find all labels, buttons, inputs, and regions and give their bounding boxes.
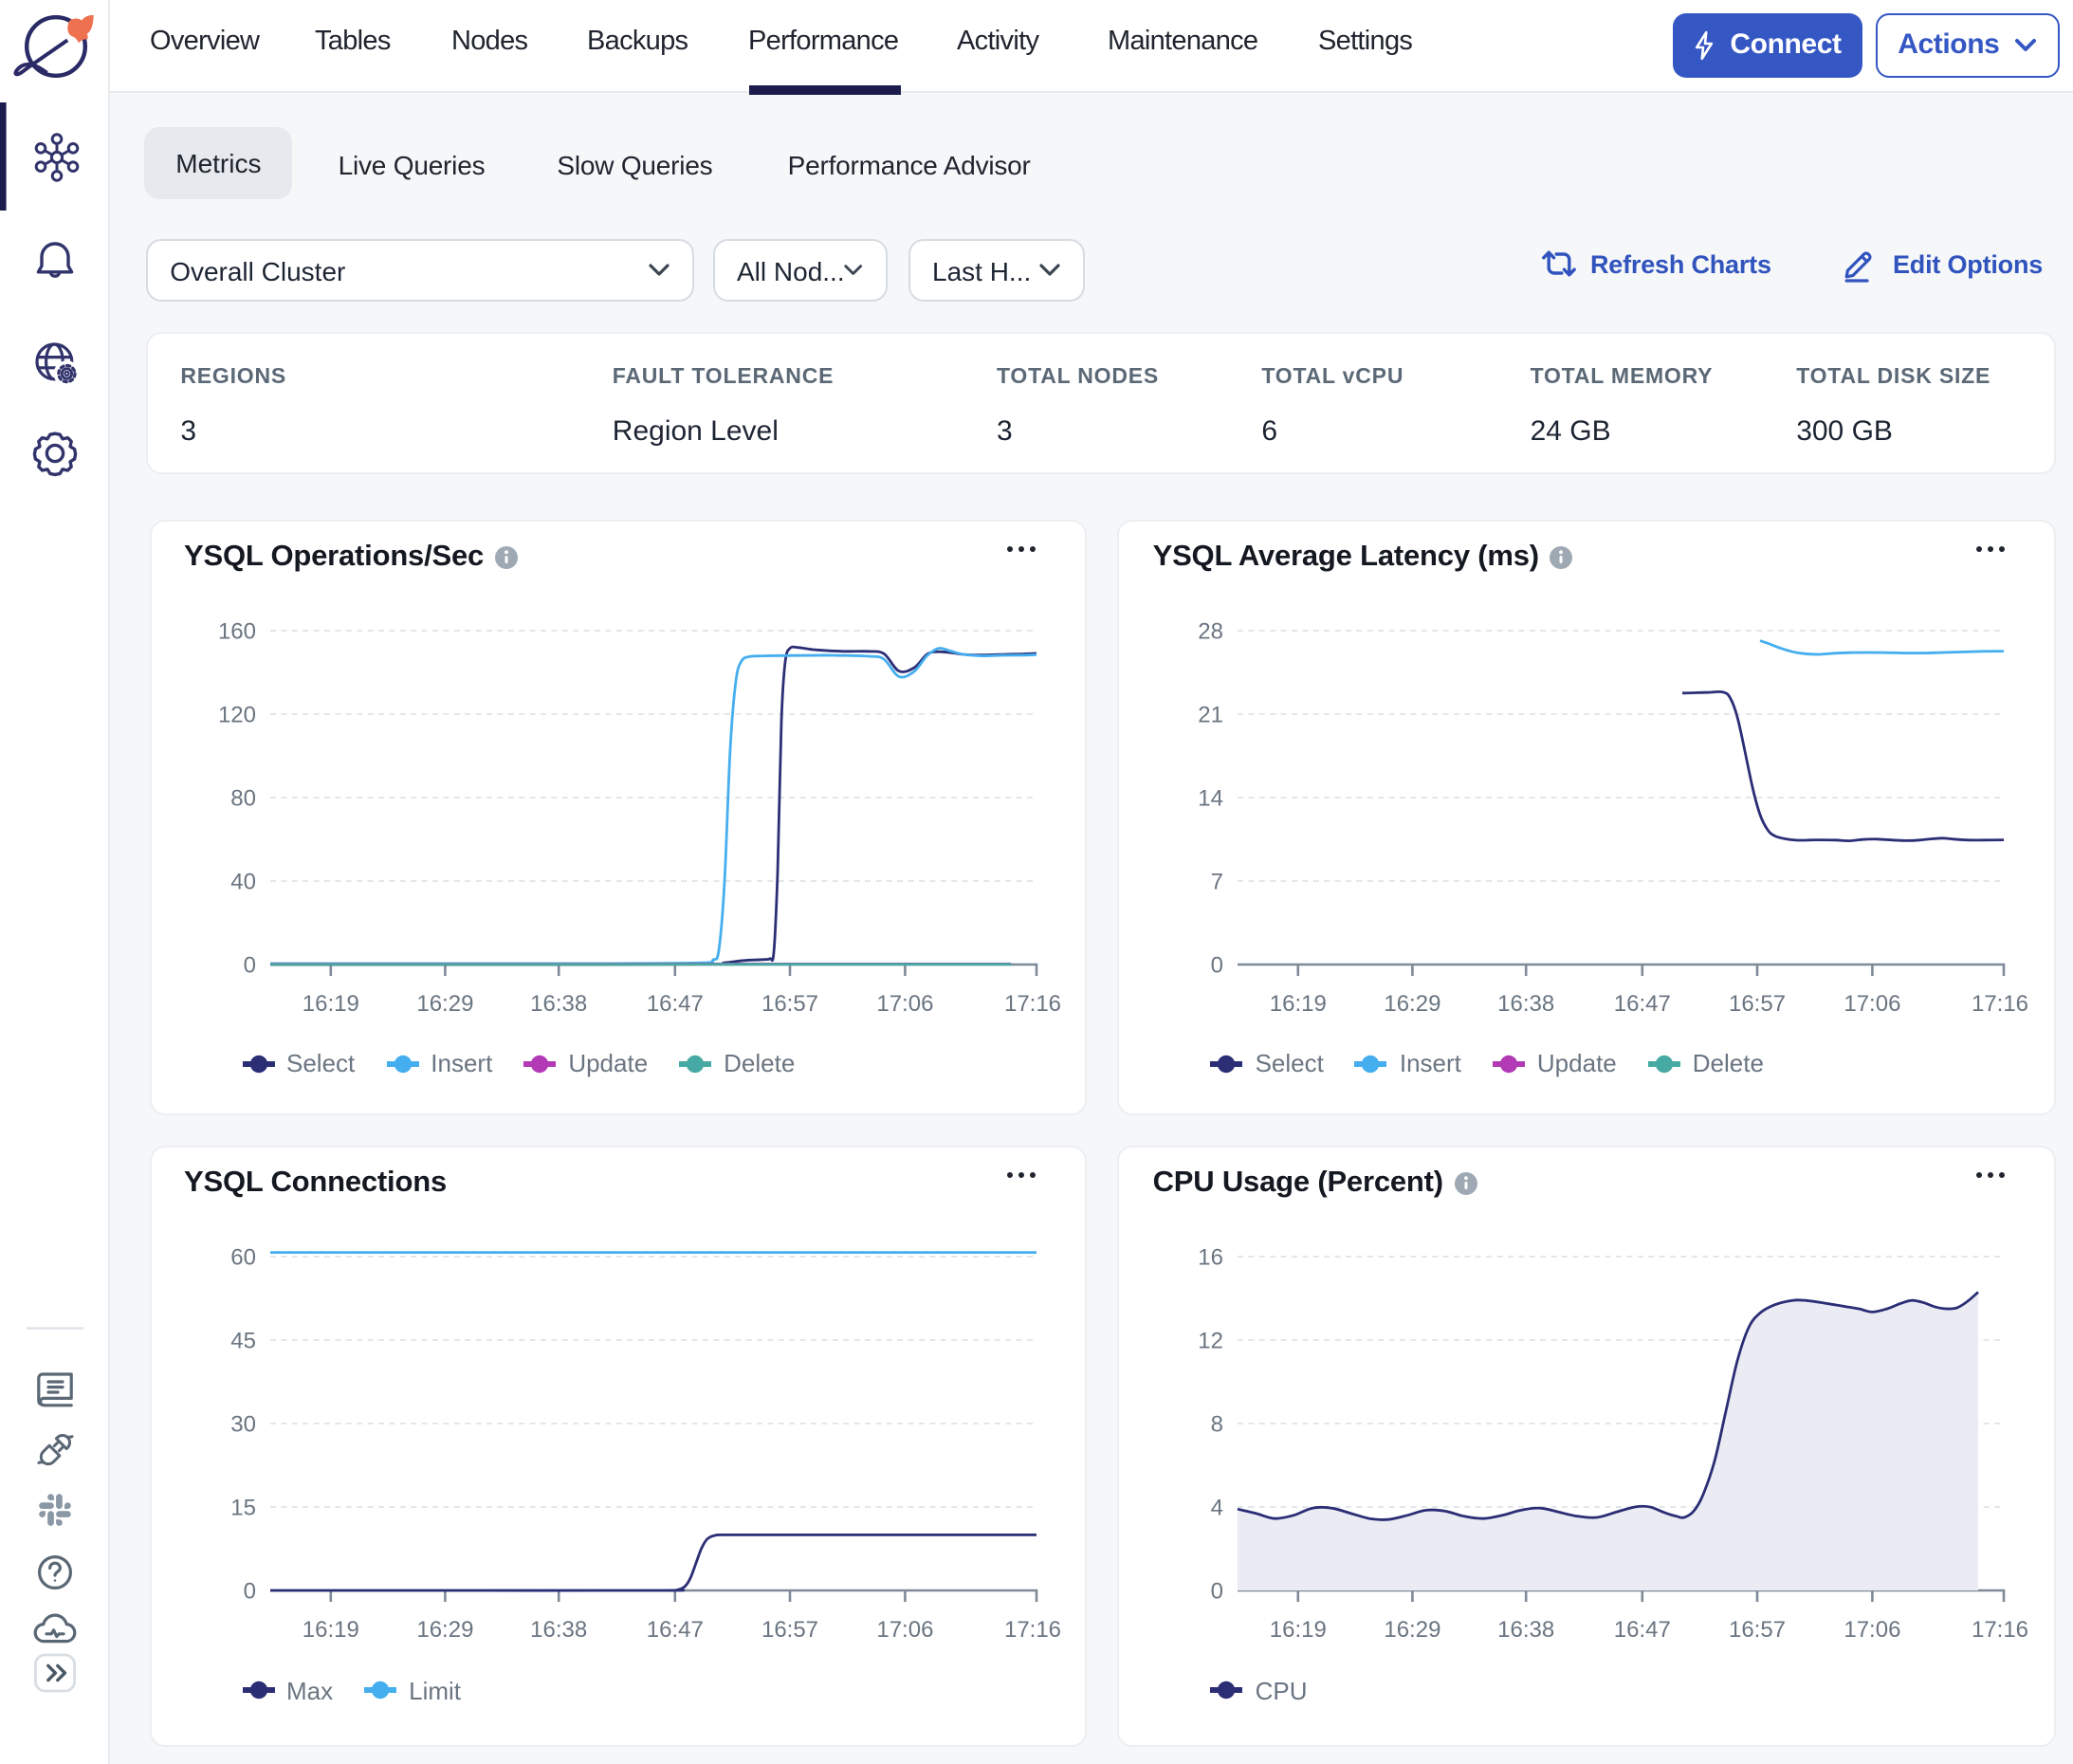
svg-text:16:38: 16:38 (529, 990, 586, 1016)
svg-text:16:19: 16:19 (302, 990, 358, 1016)
svg-text:16: 16 (1199, 1244, 1224, 1270)
svg-text:16:38: 16:38 (1498, 1617, 1555, 1643)
svg-text:15: 15 (229, 1495, 255, 1520)
svg-text:4: 4 (1211, 1495, 1223, 1520)
svg-text:16:47: 16:47 (1614, 990, 1671, 1016)
svg-text:17:06: 17:06 (1844, 1617, 1901, 1643)
svg-text:21: 21 (1199, 701, 1224, 726)
svg-text:16:57: 16:57 (1730, 1617, 1787, 1643)
svg-text:7: 7 (1211, 868, 1223, 893)
svg-text:17:06: 17:06 (875, 990, 932, 1016)
svg-text:16:38: 16:38 (1498, 990, 1555, 1016)
svg-text:16:38: 16:38 (529, 1617, 586, 1643)
svg-text:16:57: 16:57 (1730, 990, 1787, 1016)
svg-text:16:19: 16:19 (1270, 1617, 1327, 1643)
svg-text:120: 120 (217, 701, 255, 726)
svg-text:40: 40 (229, 868, 255, 893)
svg-text:16:47: 16:47 (1614, 1617, 1671, 1643)
svg-text:60: 60 (229, 1244, 255, 1270)
svg-text:30: 30 (229, 1411, 255, 1437)
svg-text:16:57: 16:57 (761, 1617, 817, 1643)
svg-text:16:57: 16:57 (761, 990, 817, 1016)
svg-text:17:06: 17:06 (1844, 990, 1901, 1016)
svg-text:80: 80 (229, 784, 255, 810)
svg-text:45: 45 (229, 1328, 255, 1353)
svg-text:0: 0 (243, 951, 255, 977)
svg-text:16:47: 16:47 (646, 990, 703, 1016)
svg-text:160: 160 (217, 617, 255, 643)
svg-text:0: 0 (1211, 951, 1223, 977)
svg-text:17:16: 17:16 (1972, 990, 2029, 1016)
svg-text:17:06: 17:06 (875, 1617, 932, 1643)
svg-text:16:47: 16:47 (646, 1617, 703, 1643)
svg-text:28: 28 (1199, 617, 1224, 643)
svg-text:14: 14 (1199, 784, 1224, 810)
svg-text:0: 0 (243, 1578, 255, 1604)
svg-text:17:16: 17:16 (1003, 1617, 1060, 1643)
svg-text:8: 8 (1211, 1411, 1223, 1437)
svg-text:16:19: 16:19 (1270, 990, 1327, 1016)
svg-text:0: 0 (1211, 1578, 1223, 1604)
svg-text:16:29: 16:29 (1385, 990, 1441, 1016)
svg-text:12: 12 (1199, 1328, 1224, 1353)
svg-text:16:29: 16:29 (415, 990, 472, 1016)
svg-text:16:29: 16:29 (415, 1617, 472, 1643)
svg-text:17:16: 17:16 (1003, 990, 1060, 1016)
svg-text:17:16: 17:16 (1972, 1617, 2029, 1643)
svg-text:16:29: 16:29 (1385, 1617, 1441, 1643)
svg-text:16:19: 16:19 (302, 1617, 358, 1643)
